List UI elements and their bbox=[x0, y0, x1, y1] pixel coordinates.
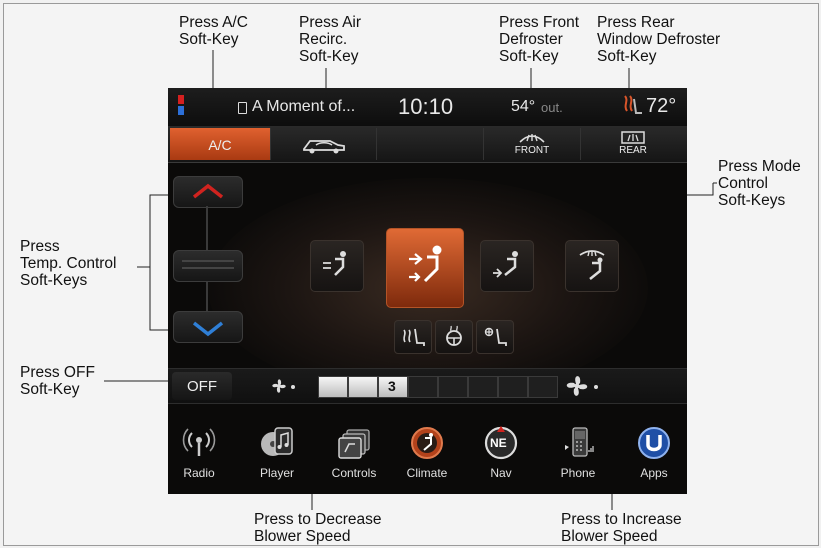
heated-seat-icon bbox=[624, 95, 642, 114]
callout-temp: Press Temp. Control Soft-Keys bbox=[20, 238, 117, 289]
off-label: OFF bbox=[187, 378, 217, 395]
set-temp: 72° bbox=[646, 95, 677, 117]
ventilated-seat-icon bbox=[484, 327, 507, 346]
front-label: FRONT bbox=[514, 145, 550, 156]
callout-recirc: Press Air Recirc. Soft-Key bbox=[299, 14, 362, 65]
outside-temp: 54° bbox=[511, 98, 536, 115]
callout-front-defrost: Press Front Defroster Soft-Key bbox=[499, 14, 580, 65]
apps-icon bbox=[638, 427, 670, 459]
callout-mode: Press Mode Control Soft-Keys bbox=[718, 158, 801, 209]
mode-mix-button[interactable] bbox=[565, 240, 619, 292]
heated-steering-wheel-icon bbox=[446, 325, 462, 346]
chevron-up-icon bbox=[192, 183, 224, 199]
off-button[interactable]: OFF bbox=[172, 372, 232, 400]
fan-small-icon bbox=[272, 379, 295, 393]
soft-key-bar: A/C FRONT REAR bbox=[168, 126, 687, 163]
air-recirc-icon bbox=[302, 140, 345, 154]
rear-label: REAR bbox=[619, 145, 647, 156]
nav-nav-label: Nav bbox=[490, 466, 512, 480]
nav-nav[interactable]: NE Nav bbox=[471, 418, 531, 494]
rear-defrost-icon bbox=[621, 131, 645, 144]
nav-controls[interactable]: Controls bbox=[324, 418, 384, 494]
status-bar: A Moment of... 10:10 54° out. 72° bbox=[168, 88, 687, 126]
callout-decrease: Press to Decrease Blower Speed bbox=[254, 511, 382, 545]
temp-up-button[interactable] bbox=[173, 176, 243, 208]
nav-player[interactable]: Player bbox=[247, 418, 307, 494]
heated-seat-icon bbox=[403, 328, 425, 346]
fan-large-icon bbox=[566, 376, 598, 396]
nav-apps[interactable]: Apps bbox=[624, 418, 684, 494]
callout-ac: Press A/C Soft-Key bbox=[179, 14, 248, 48]
nav-player-label: Player bbox=[259, 466, 294, 480]
blower-segment[interactable] bbox=[528, 376, 558, 398]
phone-icon bbox=[565, 427, 594, 457]
nav-phone[interactable]: Phone bbox=[548, 418, 608, 494]
media-player-icon bbox=[261, 427, 293, 456]
blower-segment[interactable]: 3 bbox=[378, 376, 408, 398]
nav-climate-label: Climate bbox=[406, 466, 448, 480]
floor-mode-icon bbox=[493, 251, 518, 278]
mode-panel-vent-button[interactable] bbox=[310, 240, 364, 292]
compass-badge: NE bbox=[490, 436, 507, 450]
blower-segment[interactable] bbox=[318, 376, 348, 398]
media-source-icon bbox=[238, 102, 247, 114]
blower-segment[interactable] bbox=[468, 376, 498, 398]
callout-increase: Press to Increase Blower Speed bbox=[561, 511, 682, 545]
uconnect-logo-icon bbox=[178, 95, 186, 117]
climate-screen: A Moment of... 10:10 54° out. 72° A/C FR… bbox=[168, 88, 687, 494]
blower-segment[interactable] bbox=[438, 376, 468, 398]
blower-control-row: OFF 3 bbox=[168, 368, 687, 404]
mix-mode-icon bbox=[579, 250, 605, 280]
temp-indicator bbox=[173, 250, 243, 282]
bottom-nav: Radio Player Controls Climate NE Nav Pho… bbox=[168, 418, 687, 494]
empty-key bbox=[377, 128, 484, 160]
blower-speed-bar[interactable]: 3 bbox=[318, 369, 558, 403]
nav-apps-label: Apps bbox=[640, 466, 668, 480]
media-title: A Moment of... bbox=[252, 98, 356, 115]
nav-radio-label: Radio bbox=[183, 466, 215, 480]
callout-off: Press OFF Soft-Key bbox=[20, 364, 95, 398]
blower-segment[interactable] bbox=[348, 376, 378, 398]
ac-label: A/C bbox=[208, 137, 232, 153]
ac-button[interactable]: A/C bbox=[170, 128, 271, 160]
vent-mode-icon bbox=[323, 251, 346, 276]
nav-climate[interactable]: Climate bbox=[397, 418, 457, 494]
rear-defrost-button[interactable]: REAR bbox=[581, 128, 685, 160]
air-recirc-button[interactable] bbox=[271, 128, 377, 160]
mode-floor-button[interactable] bbox=[480, 240, 534, 292]
front-defrost-icon bbox=[519, 134, 545, 143]
blower-segment[interactable] bbox=[498, 376, 528, 398]
front-defrost-button[interactable]: FRONT bbox=[484, 128, 581, 160]
radio-antenna-icon bbox=[182, 428, 216, 456]
nav-phone-label: Phone bbox=[560, 466, 596, 480]
blower-decrease-button[interactable] bbox=[266, 372, 306, 400]
blower-increase-button[interactable] bbox=[560, 370, 610, 402]
ventilated-seat-button[interactable] bbox=[476, 320, 514, 354]
heated-seat-button[interactable] bbox=[394, 320, 432, 354]
blower-level-label: 3 bbox=[388, 378, 396, 394]
callout-rear-defrost: Press Rear Window Defroster Soft-Key bbox=[597, 14, 721, 65]
temp-down-button[interactable] bbox=[173, 311, 243, 343]
outside-label: out. bbox=[541, 100, 563, 115]
bilevel-mode-icon bbox=[409, 245, 442, 283]
nav-controls-label: Controls bbox=[331, 466, 377, 480]
mode-bilevel-button[interactable] bbox=[386, 228, 464, 308]
nav-radio[interactable]: Radio bbox=[169, 418, 229, 494]
climate-icon bbox=[411, 427, 443, 459]
heated-wheel-button[interactable] bbox=[435, 320, 473, 354]
chevron-down-icon bbox=[192, 321, 224, 337]
clock: 10:10 bbox=[398, 94, 454, 119]
controls-icon bbox=[338, 429, 370, 459]
blower-segment[interactable] bbox=[408, 376, 438, 398]
